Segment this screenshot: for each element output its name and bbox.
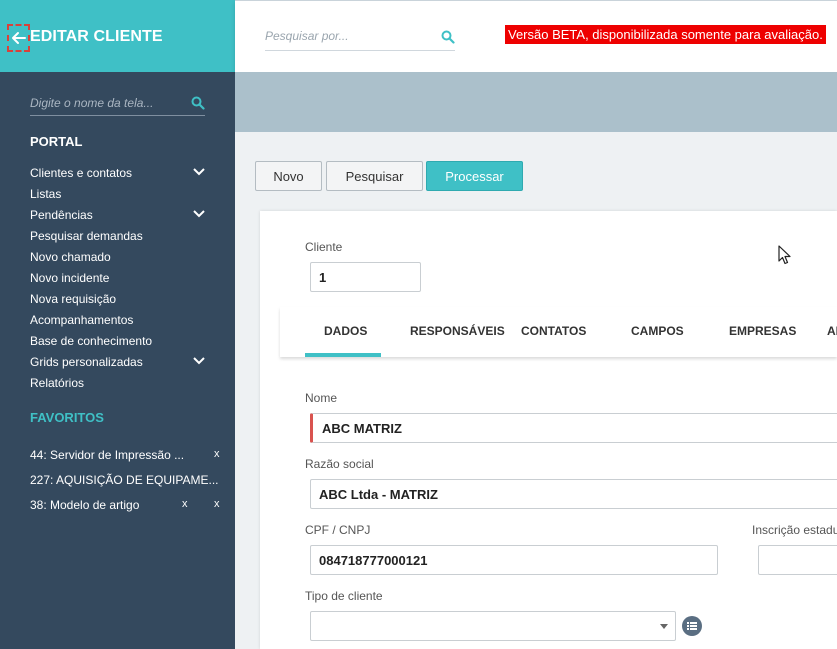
search-icon[interactable] (441, 30, 455, 49)
tab-dados[interactable]: DADOS (324, 324, 367, 338)
sidebar-item-clientes-contatos[interactable]: Clientes e contatos (30, 163, 210, 183)
close-icon[interactable]: x (214, 448, 220, 460)
global-search (265, 25, 455, 51)
sidebar-search (30, 92, 205, 116)
favorite-item-label: 44: Servidor de Impressão ... (30, 448, 185, 462)
sidebar-item-grids-personalizadas[interactable]: Grids personalizadas (30, 352, 210, 372)
tab-empresas[interactable]: EMPRESAS (729, 324, 796, 338)
razao-social-field[interactable]: ABC Ltda - MATRIZ (310, 479, 837, 509)
sidebar-item-nova-requisicao[interactable]: Nova requisição (30, 289, 210, 309)
mouse-cursor-icon (778, 245, 791, 265)
sidebar-search-input[interactable] (30, 92, 180, 114)
chevron-down-icon[interactable] (192, 167, 206, 177)
razao-social-label: Razão social (305, 457, 374, 471)
sidebar-item-label: Acompanhamentos (30, 313, 134, 327)
tab-responsaveis[interactable]: RESPONSÁVEIS (410, 324, 505, 338)
tipo-cliente-select[interactable] (310, 611, 676, 641)
nome-field[interactable]: ABC MATRIZ (310, 413, 837, 443)
beta-notice: Versão BETA, disponibilizada somente par… (505, 25, 826, 44)
back-button[interactable] (7, 24, 30, 52)
tab-more[interactable]: AI (827, 324, 837, 338)
search-icon[interactable] (191, 96, 205, 115)
tipo-cliente-label: Tipo de cliente (305, 589, 383, 603)
cliente-field[interactable]: 1 (310, 262, 421, 292)
sidebar-item-base-conhecimento[interactable]: Base de conhecimento (30, 331, 210, 351)
sidebar-item-novo-chamado[interactable]: Novo chamado (30, 247, 210, 267)
tab-bar: DADOS RESPONSÁVEIS CONTATOS CAMPOS EMPRE… (280, 307, 837, 357)
favorite-item-label: 227: AQUISIÇÃO DE EQUIPAME... (30, 473, 219, 487)
sidebar-item-pendencias[interactable]: Pendências (30, 205, 210, 225)
caret-down-icon (660, 624, 668, 629)
global-search-input[interactable] (265, 25, 425, 47)
arrow-left-icon (11, 32, 26, 44)
sidebar-item-label: Listas (30, 187, 62, 201)
active-tab-indicator (305, 353, 381, 357)
sidebar-item-label: Novo incidente (30, 271, 110, 285)
sidebar-item-pesquisar-demandas[interactable]: Pesquisar demandas (30, 226, 210, 246)
tab-campos[interactable]: CAMPOS (631, 324, 684, 338)
sidebar-item-label: Pendências (30, 208, 93, 222)
cliente-label: Cliente (305, 240, 343, 254)
sidebar-item-label: Pesquisar demandas (30, 229, 143, 243)
header-band (235, 72, 837, 132)
inscricao-estadual-label: Inscrição estadu (752, 523, 837, 537)
sidebar-item-label: Novo chamado (30, 250, 111, 264)
cpf-cnpj-label: CPF / CNPJ (305, 523, 371, 537)
sidebar-item-acompanhamentos[interactable]: Acompanhamentos (30, 310, 210, 330)
novo-button[interactable]: Novo (255, 161, 322, 191)
inscricao-estadual-field[interactable] (758, 545, 837, 575)
tab-contatos[interactable]: CONTATOS (521, 324, 586, 338)
sidebar-item-label: Relatórios (30, 376, 85, 390)
favorite-item[interactable]: 44: Servidor de Impressão ... x (30, 445, 225, 465)
sidebar-item-novo-incidente[interactable]: Novo incidente (30, 268, 210, 288)
sidebar: EDITAR CLIENTE PORTAL Clientes e contato… (0, 0, 235, 649)
nome-label: Nome (305, 391, 338, 405)
sidebar-item-listas[interactable]: Listas (30, 184, 210, 204)
chevron-down-icon[interactable] (192, 209, 206, 219)
top-bar: Versão BETA, disponibilizada somente par… (235, 0, 837, 72)
favorite-item[interactable]: 227: AQUISIÇÃO DE EQUIPAME... (30, 470, 225, 490)
favorite-item-label: 38: Modelo de artigo (30, 498, 140, 512)
page-title: EDITAR CLIENTE (30, 28, 163, 45)
sidebar-header: EDITAR CLIENTE (0, 0, 235, 72)
sidebar-item-label: Base de conhecimento (30, 334, 153, 348)
cpf-cnpj-field[interactable]: 084718777000121 (310, 545, 718, 575)
pesquisar-button[interactable]: Pesquisar (326, 161, 423, 191)
list-icon[interactable] (682, 616, 702, 636)
sidebar-item-label: Nova requisição (30, 292, 117, 306)
portal-section-title: PORTAL (30, 134, 83, 149)
close-icon[interactable]: x (182, 498, 188, 510)
processar-button[interactable]: Processar (426, 161, 523, 191)
sidebar-item-relatorios[interactable]: Relatórios (30, 373, 210, 393)
close-icon[interactable]: x (214, 498, 220, 510)
chevron-down-icon[interactable] (192, 356, 206, 366)
sidebar-item-label: Grids personalizadas (30, 355, 143, 369)
favorite-item[interactable]: 38: Modelo de artigo x x (30, 495, 225, 515)
sidebar-item-label: Clientes e contatos (30, 166, 133, 180)
favorites-section-title: FAVORITOS (30, 410, 104, 425)
